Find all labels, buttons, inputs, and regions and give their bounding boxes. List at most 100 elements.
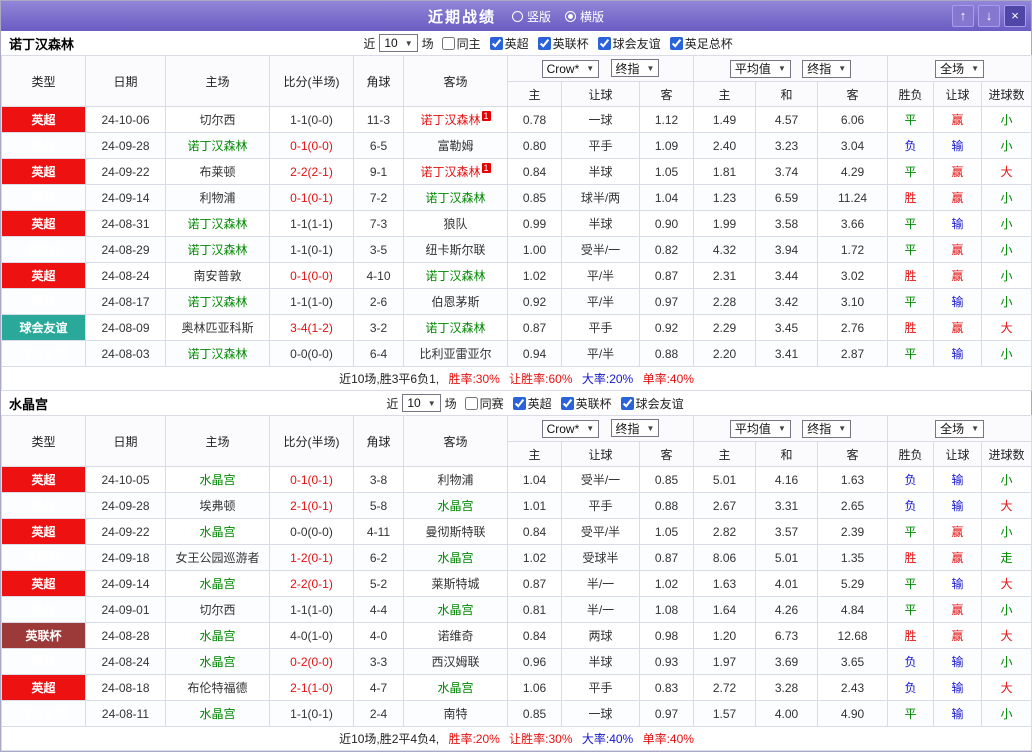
league-filter-checkbox[interactable]: 英足总杯: [663, 35, 733, 52]
match-date: 24-08-31: [85, 210, 166, 237]
same-filter-checkbox[interactable]: 同主: [435, 35, 481, 52]
close-button[interactable]: ×: [1004, 5, 1026, 27]
result-cell: 负: [887, 132, 935, 159]
avg-group-header: 平均值 ▼ 终指 ▼: [693, 55, 889, 82]
league-filter-checkbox[interactable]: 英联杯: [531, 35, 589, 52]
match-date: 24-08-28: [85, 622, 166, 649]
same-filter-label: 同主: [456, 36, 481, 51]
avg-group-header: 平均值 ▼ 终指 ▼: [693, 415, 889, 442]
avg-odds-away: 2.39: [817, 518, 889, 545]
corner-score: 4-11: [353, 518, 404, 545]
move-down-button[interactable]: ↓: [978, 5, 1000, 27]
scope-select[interactable]: 全场 ▼: [935, 59, 984, 78]
league-filter-input[interactable]: [597, 36, 611, 50]
avg-odds-away: 2.43: [817, 674, 889, 701]
score: 1-1(1-0): [269, 596, 354, 623]
result-cell: 胜: [887, 544, 935, 571]
radio-selected-icon[interactable]: [565, 10, 576, 22]
recent-count-select[interactable]: 10 ▼: [402, 394, 441, 412]
odds-home: 1.04: [507, 466, 562, 493]
match-row: 英超 24-08-24 水晶宫 0-2(0-0) 3-3 西汉姆联 0.96 半球 0.93 1.…: [1, 648, 1032, 675]
same-filter-input[interactable]: [464, 396, 478, 410]
score: 1-1(1-1): [269, 210, 354, 237]
avg-select[interactable]: 平均值 ▼: [729, 59, 791, 78]
league-filter-input[interactable]: [489, 36, 503, 50]
league-filter-input[interactable]: [560, 396, 574, 410]
match-date: 24-08-09: [85, 314, 166, 341]
league-filter-input[interactable]: [669, 36, 683, 50]
scope-select[interactable]: 全场 ▼: [935, 419, 984, 438]
goals-result-cell: 大: [981, 492, 1032, 519]
avg-odds-home: 8.06: [693, 544, 757, 571]
window-title: 近期战绩: [427, 8, 496, 26]
league-filter-label: 英足总杯: [684, 36, 733, 51]
league-filter-checkbox[interactable]: 球会友谊: [614, 395, 684, 412]
avg-odds-away: 5.29: [817, 570, 889, 597]
avg-stage-select[interactable]: 终指 ▼: [802, 59, 852, 78]
move-up-button[interactable]: ↑: [952, 5, 974, 27]
layout-vertical-radio[interactable]: 竖版: [511, 8, 551, 25]
home-team: 诺丁汉森林: [165, 210, 270, 237]
odds-away: 1.08: [638, 596, 695, 623]
radio-icon[interactable]: [511, 10, 523, 22]
match-date: 24-09-01: [85, 596, 166, 623]
avg-odds-home: 2.28: [693, 288, 757, 315]
match-date: 24-08-11: [85, 700, 166, 727]
avg-odds-away: 2.76: [817, 314, 889, 341]
dropdown-arrow-icon: ▼: [777, 424, 786, 433]
odds-away: 0.83: [638, 674, 695, 701]
red-card-badge: 1: [481, 111, 491, 121]
handicap-result-cell: 赢: [933, 518, 983, 545]
dropdown-arrow-icon: ▼: [427, 398, 436, 408]
away-team: 诺丁汉森林 1: [403, 158, 508, 185]
home-team: 水晶宫: [165, 466, 270, 493]
odds-home: 0.92: [507, 288, 562, 315]
match-date: 24-08-29: [85, 236, 166, 263]
bookmaker-select[interactable]: Crow* ▼: [541, 59, 600, 78]
red-card-badge: 1: [481, 163, 491, 173]
col-result: 胜负: [887, 441, 935, 467]
same-filter-input[interactable]: [441, 36, 455, 50]
goals-result-cell: 小: [981, 236, 1032, 263]
bookmaker-select[interactable]: Crow* ▼: [541, 419, 600, 438]
handicap-result-cell: 赢: [933, 158, 983, 185]
league-filter-input[interactable]: [512, 396, 526, 410]
layout-horizontal-radio[interactable]: 横版: [565, 8, 604, 25]
col-type: 类型: [1, 55, 86, 107]
avg-odds-home: 1.49: [693, 106, 757, 133]
same-filter-label: 同赛: [479, 396, 504, 411]
match-date: 24-10-06: [85, 106, 166, 133]
match-type-badge: 英联杯: [1, 622, 86, 649]
corner-score: 7-3: [353, 210, 404, 237]
goals-result-cell: 小: [981, 700, 1032, 727]
match-row: 英超 24-09-22 水晶宫 0-0(0-0) 4-11 曼彻斯特联 0.84 受平/半 1.…: [1, 518, 1032, 545]
avg-stage-select[interactable]: 终指 ▼: [802, 419, 852, 438]
match-type-badge: 英超: [1, 492, 86, 519]
league-filter-checkbox[interactable]: 英超: [483, 35, 529, 52]
league-filter-checkbox[interactable]: 球会友谊: [591, 35, 661, 52]
score: 1-1(1-0): [269, 288, 354, 315]
league-filter-checkbox[interactable]: 英联杯: [554, 395, 612, 412]
col-home: 主场: [165, 55, 270, 107]
avg-odds-draw: 3.28: [755, 674, 819, 701]
league-filter-input[interactable]: [537, 36, 551, 50]
home-team: 诺丁汉森林: [165, 236, 270, 263]
league-filter-checkbox[interactable]: 英超: [506, 395, 552, 412]
recent-count-value: 10: [407, 396, 421, 410]
odds-handicap-line: 平手: [561, 492, 640, 519]
summary-handicap-rate: 让胜率:60%: [509, 372, 573, 386]
league-filter-input[interactable]: [620, 396, 634, 410]
team-name-title: 诺丁汉森林: [9, 36, 75, 52]
avg-select[interactable]: 平均值 ▼: [729, 419, 791, 438]
same-filter-checkbox[interactable]: 同赛: [458, 395, 504, 412]
recent-count-select[interactable]: 10 ▼: [379, 34, 418, 52]
home-team: 诺丁汉森林: [165, 288, 270, 315]
score: 4-0(1-0): [269, 622, 354, 649]
titlebar: 近期战绩 竖版 横版 ↑ ↓ ×: [1, 1, 1031, 31]
odds-stage-select[interactable]: 终指 ▼: [610, 59, 660, 78]
avg-odds-home: 4.32: [693, 236, 757, 263]
odds-stage-select[interactable]: 终指 ▼: [610, 419, 660, 438]
away-team: 诺丁汉森林: [403, 314, 508, 341]
odds-handicap-line: 半球: [561, 158, 640, 185]
odds-home: 1.01: [507, 492, 562, 519]
